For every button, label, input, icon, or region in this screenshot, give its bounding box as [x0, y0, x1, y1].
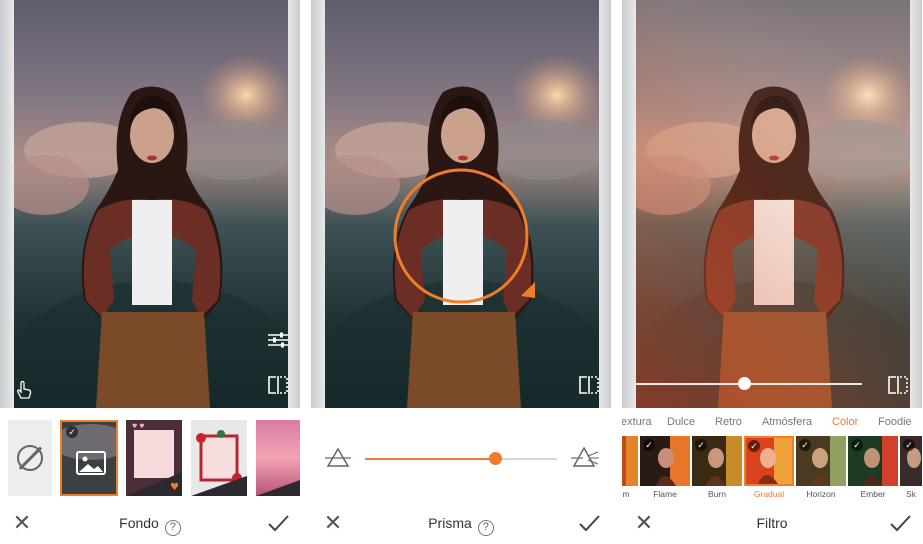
category-tab-textura[interactable]: extura [622, 416, 652, 428]
background-tile-image[interactable]: ✓ [60, 420, 118, 496]
downloaded-check-icon: ✓ [643, 439, 655, 451]
category-tab-atmosfera[interactable]: Atmósfera [762, 416, 812, 428]
background-tile-roses[interactable] [191, 420, 247, 496]
filter-intensity-knob[interactable] [737, 377, 751, 390]
intensity-slider-knob[interactable] [489, 452, 503, 465]
bottom-bar: ✕ Filtro [622, 504, 922, 544]
svg-text:♥ ♥: ♥ ♥ [132, 423, 145, 430]
filter-tile-horizon[interactable]: ✓ [796, 436, 846, 486]
compare-icon[interactable] [577, 376, 601, 394]
tool-title: Fondo? [0, 515, 300, 536]
help-icon[interactable]: ? [164, 520, 181, 536]
bottom-bar: ✕ Prisma? [311, 504, 611, 544]
filter-label-flame: Flame [653, 489, 677, 499]
photo-frame-right [599, 0, 611, 408]
downloaded-check-icon: ✓ [748, 440, 760, 452]
downloaded-check-icon: ✓ [799, 439, 811, 451]
photo-canvas[interactable] [311, 0, 611, 408]
downloaded-check-icon: ✓ [851, 439, 863, 451]
compare-icon[interactable] [886, 376, 910, 394]
background-tray: ✓ ♥ ♥ ♥ [0, 408, 300, 504]
tool-title-label: Filtro [756, 515, 788, 531]
selected-check-icon: ✓ [66, 426, 78, 438]
svg-text:♥: ♥ [170, 482, 179, 493]
tool-title-label: Prisma [428, 515, 472, 531]
tool-title: Prisma? [311, 515, 611, 536]
category-tab-color[interactable]: Color [832, 416, 858, 428]
touch-icon[interactable] [14, 380, 34, 400]
prism-light-icon [571, 444, 599, 470]
filter-label-ember: Ember [860, 489, 886, 499]
filter-tile[interactable]: ✓ [900, 436, 922, 486]
filter-tile-burn[interactable]: ✓ [692, 436, 742, 486]
filter-label: Sk [906, 489, 916, 499]
photo-scene [636, 0, 910, 408]
filter-tile-ember[interactable]: ✓ [848, 436, 898, 486]
help-icon[interactable]: ? [477, 520, 494, 536]
editor-panel-fondo: ✓ ♥ ♥ ♥ ✕ Fondo ? [0, 0, 300, 544]
filter-tile-flame[interactable]: ✓ [640, 436, 690, 486]
downloaded-check-icon: ✓ [695, 439, 707, 451]
tool-title: Filtro [622, 515, 922, 531]
photo-frame-right [910, 0, 922, 408]
intensity-tray [311, 408, 611, 504]
photo-frame-left [622, 0, 636, 408]
filter-label-gradual: Gradual [753, 489, 785, 499]
photo-frame-left [311, 0, 325, 408]
category-tab-foodie[interactable]: Foodie [878, 416, 912, 428]
no-background-tile[interactable] [8, 420, 52, 496]
bottom-bar: ✕ Fondo? [0, 504, 300, 544]
check-icon[interactable] [264, 510, 292, 536]
photo-scene [325, 0, 599, 408]
photo-canvas[interactable] [0, 0, 300, 408]
prism-icon [325, 446, 351, 470]
photo-frame-left [0, 0, 14, 408]
category-tab-dulce[interactable]: Dulce [667, 416, 695, 428]
sliders-icon[interactable] [268, 332, 288, 348]
background-tile-sunset[interactable] [256, 420, 300, 496]
downloaded-check-icon: ✓ [903, 439, 915, 451]
editor-panel-filtro: extura Dulce Retro Atmósfera Color Foodi… [622, 0, 922, 544]
check-icon[interactable] [886, 510, 914, 536]
photo-scene [14, 0, 288, 408]
compare-icon[interactable] [266, 376, 290, 394]
filter-label-horizon: Horizon [806, 489, 836, 499]
category-tab-retro[interactable]: Retro [715, 416, 742, 428]
tool-title-label: Fondo [119, 515, 159, 531]
background-tile-hearts[interactable]: ♥ ♥ ♥ [126, 420, 182, 496]
filter-tile[interactable] [622, 436, 638, 486]
filter-tile-gradual[interactable]: ✓ [744, 436, 794, 486]
editor-panel-prisma: ✕ Prisma? [311, 0, 611, 544]
check-icon[interactable] [575, 510, 603, 536]
photo-canvas[interactable] [622, 0, 922, 408]
filter-label-burn: Burn [708, 489, 726, 499]
photo-frame-right [288, 0, 300, 408]
intensity-slider-fill [365, 458, 496, 460]
